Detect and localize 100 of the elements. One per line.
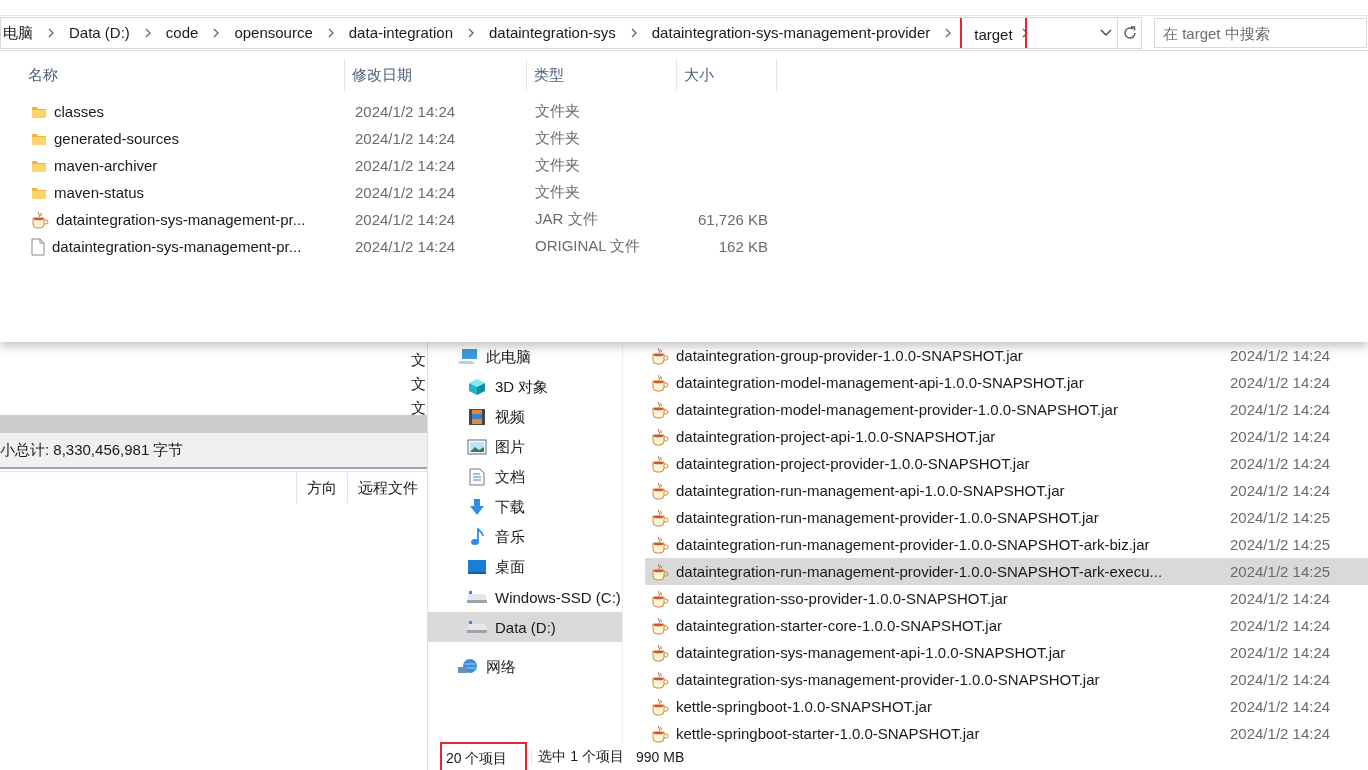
coffee-cup-icon (651, 616, 669, 635)
file-row[interactable]: dataintegration-run-management-api-1.0.0-SNAPSHOT.jar 2024/1/2 14:24 (645, 477, 1368, 504)
file-name: dataintegration-run-management-provider-1.0.0-SNAPSHOT.jar (676, 509, 1099, 526)
file-row[interactable]: dataintegration-sso-provider-1.0.0-SNAPSHOT.jar 2024/1/2 14:24 (645, 585, 1368, 612)
address-bar[interactable]: 电脑 Data (D:) code opensource data-integration dataintegration-sys dataintegration-sys-management-provider target (0, 17, 1118, 49)
nav-item[interactable]: Data (D:) (428, 612, 622, 642)
breadcrumb-item[interactable]: data-integration (344, 18, 458, 48)
nav-item[interactable]: 图片 (428, 432, 622, 462)
breadcrumb-item[interactable]: target (962, 18, 1025, 48)
file-name: dataintegration-model-management-provider-1.0.0-SNAPSHOT.jar (676, 401, 1118, 418)
file-name[interactable]: classes (54, 103, 105, 120)
file-name[interactable]: maven-status (54, 184, 145, 201)
file-name[interactable]: generated-sources (54, 130, 180, 147)
scrollbar[interactable] (0, 415, 427, 433)
breadcrumb-item[interactable]: opensource (230, 18, 317, 48)
coffee-cup-icon (651, 508, 669, 527)
nav-item[interactable]: 网络 (428, 652, 622, 682)
monitor-icon (466, 559, 488, 575)
date-cell-text: 2024/1/2 14:24 (354, 157, 457, 174)
file-row[interactable]: dataintegration-model-management-api-1.0.0-SNAPSHOT.jar 2024/1/2 14:24 (645, 369, 1368, 396)
nav-item[interactable]: 下载 (428, 492, 622, 522)
table-cell-text: 文 (411, 374, 427, 394)
computer-icon (457, 348, 479, 366)
date-cell: 2024/1/2 14:24 (1230, 428, 1331, 445)
file-row[interactable]: dataintegration-project-api-1.0.0-SNAPSHOT.jar 2024/1/2 14:24 (645, 423, 1368, 450)
file-icon (31, 237, 45, 256)
column-header[interactable]: 方向 (296, 473, 347, 503)
nav-item[interactable]: 音乐 (428, 522, 622, 552)
file-name: dataintegration-sys-management-api-1.0.0-SNAPSHOT.jar (676, 644, 1066, 661)
nav-item[interactable]: 桌面 (428, 552, 622, 582)
nav-item[interactable]: 文档 (428, 462, 622, 492)
file-name: dataintegration-project-provider-1.0.0-SNAPSHOT.jar (676, 455, 1030, 472)
coffee-cup-icon (651, 373, 669, 392)
file-row[interactable]: dataintegration-run-management-provider-1.0.0-SNAPSHOT-ark-biz.jar 2024/1/2 14:25 (645, 531, 1368, 558)
date-cell: 2024/1/2 14:24 (1230, 725, 1331, 742)
file-name: dataintegration-run-management-api-1.0.0-SNAPSHOT.jar (676, 482, 1065, 499)
file-row[interactable]: dataintegration-starter-core-1.0.0-SNAPSHOT.jar 2024/1/2 14:24 (645, 612, 1368, 639)
type-cell-text: JAR 文件 (534, 210, 599, 229)
file-row[interactable]: dataintegration-group-provider-1.0.0-SNAPSHOT.jar 2024/1/2 14:24 (645, 342, 1368, 369)
file-name[interactable]: maven-archiver (54, 157, 158, 174)
breadcrumb-item[interactable]: dataintegration-sys (485, 18, 620, 48)
date-cell: 2024/1/2 14:25 (1230, 536, 1331, 553)
file-name: dataintegration-sso-provider-1.0.0-SNAPSHOT.jar (676, 590, 1008, 607)
date-cell: 2024/1/2 14:24 (1230, 482, 1331, 499)
coffee-cup-icon (651, 670, 669, 689)
file-row[interactable]: dataintegration-run-management-provider-1.0.0-SNAPSHOT-ark-execu... 2024/1/2 14:25 (645, 558, 1368, 585)
date-cell: 2024/1/2 14:24 (1230, 374, 1331, 391)
file-row[interactable]: kettle-springboot-starter-1.0.0-SNAPSHOT.jar 2024/1/2 14:24 (645, 720, 1368, 744)
file-row[interactable]: dataintegration-run-management-provider-1.0.0-SNAPSHOT.jar 2024/1/2 14:25 (645, 504, 1368, 531)
column-header[interactable]: 名称 (0, 59, 345, 91)
file-name: dataintegration-project-api-1.0.0-SNAPSHOT.jar (676, 428, 996, 445)
type-cell-text: 文件夹 (534, 129, 581, 148)
nav-item[interactable]: 3D 对象 (428, 372, 622, 402)
column-header[interactable]: 远程文件 (347, 473, 418, 503)
breadcrumb-item[interactable]: Data (D:) (65, 18, 134, 48)
coffee-cup-icon (651, 481, 669, 500)
date-cell: 2024/1/2 14:24 (1230, 347, 1331, 364)
drive-icon (466, 590, 488, 604)
file-row[interactable]: dataintegration-project-provider-1.0.0-SNAPSHOT.jar 2024/1/2 14:24 (645, 450, 1368, 477)
file-row[interactable]: dataintegration-model-management-provider-1.0.0-SNAPSHOT.jar 2024/1/2 14:24 (645, 396, 1368, 423)
coffee-cup-icon (651, 724, 669, 743)
date-cell-text: 2024/1/2 14:24 (354, 211, 457, 228)
file-row[interactable]: kettle-springboot-1.0.0-SNAPSHOT.jar 2024/1/2 14:24 (645, 693, 1368, 720)
file-row[interactable]: dataintegration-sys-management-api-1.0.0-SNAPSHOT.jar 2024/1/2 14:24 (645, 639, 1368, 666)
document-icon (466, 468, 488, 486)
coffee-cup-icon (31, 210, 49, 229)
date-cell: 2024/1/2 14:24 (1230, 455, 1331, 472)
date-cell-text: 2024/1/2 14:24 (354, 184, 457, 201)
date-cell: 2024/1/2 14:24 (1230, 590, 1331, 607)
total-size: 小总计: 8,330,456,981 字节 (0, 440, 184, 460)
drive-icon (466, 620, 488, 634)
table-cell-text: 文 (411, 350, 427, 370)
type-cell-text: ORIGINAL 文件 (534, 237, 642, 256)
file-name[interactable]: dataintegration-sys-management-pr... (52, 238, 302, 255)
file-name: dataintegration-run-management-provider-1.0.0-SNAPSHOT-ark-execu... (676, 563, 1163, 580)
nav-item[interactable]: 此电脑 (428, 342, 622, 372)
file-name: dataintegration-group-provider-1.0.0-SNAPSHOT.jar (676, 347, 1023, 364)
refresh-icon[interactable] (1118, 17, 1142, 49)
nav-item[interactable]: Windows-SSD (C:) (428, 582, 622, 612)
date-cell: 2024/1/2 14:25 (1230, 563, 1331, 580)
breadcrumb-item[interactable]: 电脑 (1, 18, 37, 48)
breadcrumb-item[interactable]: code (161, 18, 203, 48)
date-cell: 2024/1/2 14:24 (1230, 401, 1331, 418)
date-cell-text: 2024/1/2 14:24 (354, 130, 457, 147)
file-name[interactable]: dataintegration-sys-management-pr... (56, 211, 306, 228)
search-field[interactable]: 在 target 中搜索 (1154, 18, 1367, 48)
landscape-picture-icon (466, 439, 488, 455)
file-name: dataintegration-model-management-api-1.0.0-SNAPSHOT.jar (676, 374, 1084, 391)
date-cell-text: 2024/1/2 14:24 (354, 103, 457, 120)
type-cell-text: 文件夹 (534, 102, 581, 121)
column-header[interactable]: 修改日期 (345, 59, 527, 91)
breadcrumb-item[interactable]: dataintegration-sys-management-provider (647, 18, 935, 48)
selection-info: 选中 1 个项目 (531, 748, 625, 766)
column-header[interactable]: 类型 (527, 59, 677, 91)
date-cell-text: 2024/1/2 14:24 (354, 238, 457, 255)
nav-item[interactable]: 视频 (428, 402, 622, 432)
file-name: kettle-springboot-1.0.0-SNAPSHOT.jar (676, 698, 932, 715)
column-header[interactable]: 大小 (677, 59, 777, 91)
item-count: 20 个项目 (442, 744, 526, 770)
file-row[interactable]: dataintegration-sys-management-provider-1.0.0-SNAPSHOT.jar 2024/1/2 14:24 (645, 666, 1368, 693)
